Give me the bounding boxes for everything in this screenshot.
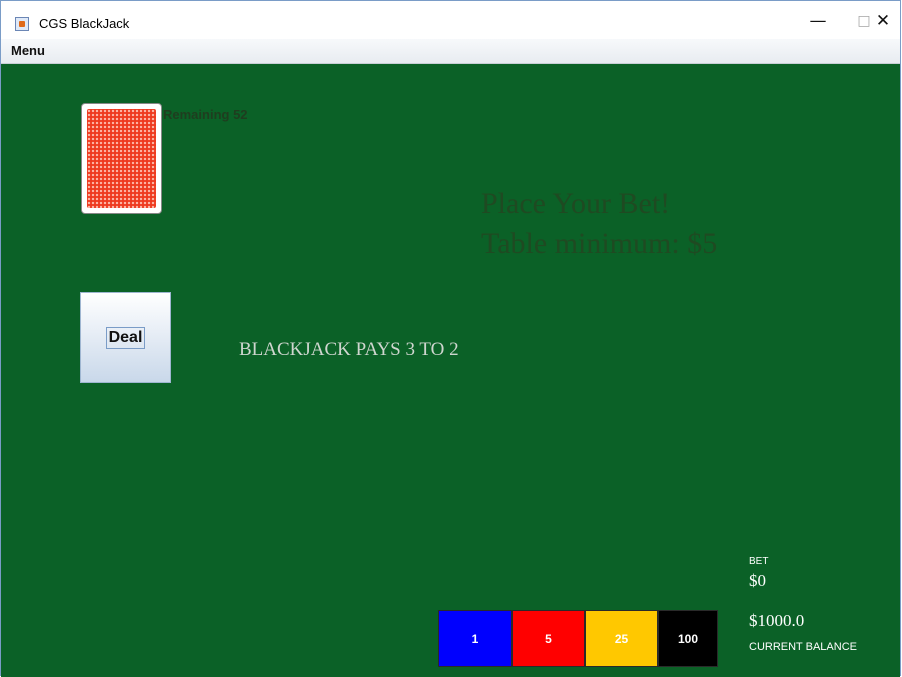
table-minimum: Table minimum: $5: [481, 227, 718, 260]
java-app-icon: [15, 17, 29, 31]
chip-1-button[interactable]: 1: [438, 610, 512, 667]
card-back: [87, 109, 156, 208]
blackjack-window: CGS BlackJack — □ ✕ Menu Remaining 52 Pl…: [0, 0, 901, 677]
title-bar: CGS BlackJack — □ ✕: [1, 1, 900, 39]
close-button[interactable]: ✕: [863, 6, 902, 36]
bet-label: BET: [749, 556, 769, 567]
balance-label: CURRENT BALANCE: [749, 641, 857, 653]
deal-button[interactable]: Deal: [80, 292, 171, 383]
menu-item-menu[interactable]: Menu: [11, 43, 45, 58]
bet-message: Place Your Bet! Table minimum: $5: [481, 184, 717, 264]
deal-button-label: Deal: [105, 326, 146, 349]
menu-bar: Menu: [1, 39, 900, 64]
chip-5-button[interactable]: 5: [512, 610, 585, 667]
balance-amount: $1000.0: [749, 611, 805, 630]
blackjack-table: Remaining 52 Place Your Bet! Table minim…: [1, 64, 900, 677]
minimize-button[interactable]: —: [795, 6, 841, 36]
bet-prompt: Place Your Bet!: [481, 187, 671, 220]
chip-100-button[interactable]: 100: [658, 610, 718, 667]
chip-rack: 1 5 25 100: [438, 610, 718, 667]
window-title: CGS BlackJack: [39, 16, 130, 31]
card-deck: [81, 103, 162, 214]
chip-25-button[interactable]: 25: [585, 610, 658, 667]
remaining-cards-label: Remaining 52: [163, 107, 248, 122]
payout-text: BLACKJACK PAYS 3 TO 2: [239, 339, 459, 360]
bet-amount: $0: [749, 571, 766, 590]
